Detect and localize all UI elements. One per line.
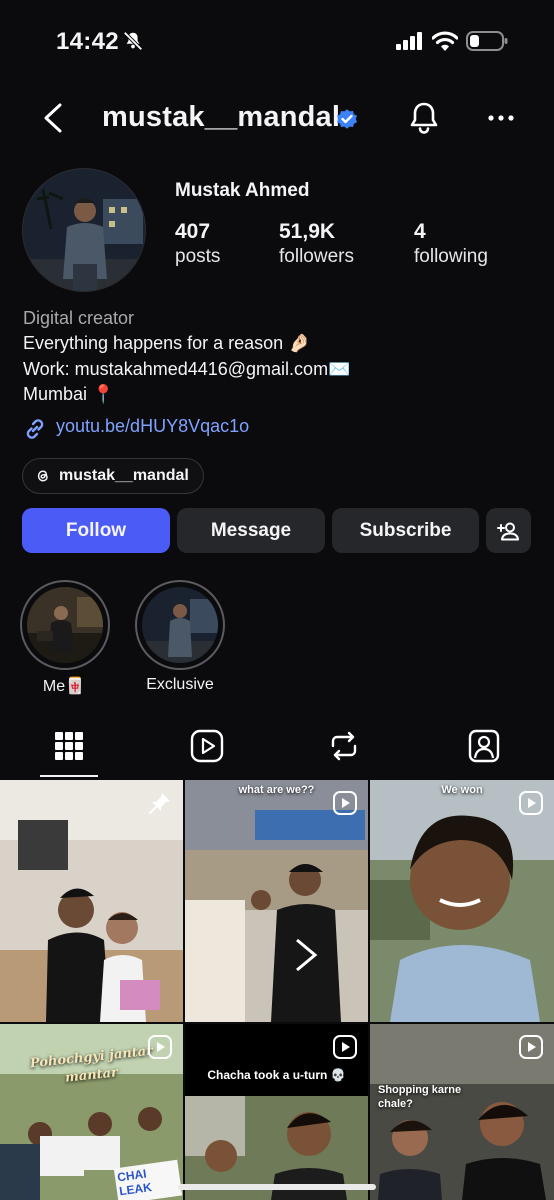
threads-handle: mustak__mandal	[59, 467, 189, 484]
reel-play-icon	[333, 1035, 357, 1059]
bio-line-1: Everything happens for a reason 🤌🏻	[23, 333, 311, 353]
add-user-icon	[496, 522, 519, 540]
profile-avatar[interactable]	[22, 168, 146, 292]
highlight-me[interactable]: Me🀄	[4, 580, 124, 696]
bio-line-3: Mumbai 📍	[23, 384, 115, 404]
reposts-icon[interactable]	[326, 728, 362, 764]
notification-bell-icon[interactable]	[408, 101, 440, 135]
signal-icon	[396, 32, 422, 50]
battery-icon	[466, 31, 508, 51]
reel-play-icon	[333, 791, 357, 815]
reel-play-icon	[148, 1035, 172, 1059]
stat-posts[interactable]: 407 posts	[175, 220, 220, 268]
following-count: 4	[414, 220, 426, 243]
post-caption: chale?	[378, 1098, 413, 1110]
highlight-label: Me🀄	[42, 678, 86, 695]
subscribe-button[interactable]: Subscribe	[332, 508, 479, 553]
following-label: following	[414, 246, 488, 267]
bell-off-icon	[123, 31, 143, 51]
more-options-icon[interactable]	[486, 112, 516, 124]
status-time: 14:42	[56, 28, 119, 55]
stat-followers[interactable]: 51,9K followers	[279, 220, 354, 268]
grid-post[interactable]	[0, 780, 183, 1022]
highlight-ring	[20, 580, 110, 670]
posts-count: 407	[175, 220, 211, 243]
home-indicator[interactable]	[178, 1184, 376, 1190]
reel-play-icon	[519, 1035, 543, 1059]
grid-post[interactable]: Pohochgyi jantar mantar CHAI LEAK	[0, 1024, 183, 1200]
follow-button[interactable]: Follow	[22, 508, 170, 553]
tagged-icon[interactable]	[466, 728, 502, 764]
stat-following[interactable]: 4 following	[414, 220, 488, 268]
bio-line-2: Work: mustakahmed4416@gmail.com✉️	[23, 359, 351, 379]
followers-count: 51,9K	[279, 220, 336, 243]
grid-post[interactable]: Chacha took a u-turn 💀	[185, 1024, 368, 1200]
wifi-icon	[432, 31, 458, 51]
threads-icon	[37, 470, 48, 482]
back-icon[interactable]	[40, 102, 68, 134]
profile-username: mustak__mandal	[102, 101, 341, 133]
suggested-accounts-button[interactable]	[486, 508, 531, 553]
highlight-ring	[135, 580, 225, 670]
avatar-photo	[23, 169, 145, 291]
reel-play-icon	[519, 791, 543, 815]
post-caption: Shopping karne	[378, 1084, 462, 1096]
highlight-exclusive[interactable]: Exclusive	[120, 580, 240, 694]
verified-badge-icon	[337, 109, 357, 129]
grid-post[interactable]: what are we??	[185, 780, 368, 1022]
link-icon	[26, 419, 44, 439]
highlight-label: Exclusive	[146, 676, 214, 693]
grid-post[interactable]: Shopping karne chale?	[370, 1024, 554, 1200]
followers-label: followers	[279, 246, 354, 267]
bio-link[interactable]: youtu.be/dHUY8Vqac1o	[56, 416, 249, 437]
grid-post[interactable]: We won	[370, 780, 554, 1022]
posts-label: posts	[175, 246, 221, 267]
highlight-cover	[27, 587, 103, 663]
post-caption: Chacha took a u-turn 💀	[207, 1068, 346, 1082]
grid-icon[interactable]	[51, 728, 87, 764]
highlight-cover	[142, 587, 218, 663]
bio-category: Digital creator	[23, 308, 135, 328]
display-name: Mustak Ahmed	[175, 180, 310, 201]
reels-icon[interactable]	[189, 728, 225, 764]
active-tab-indicator	[40, 775, 98, 777]
pinned-icon	[149, 793, 170, 814]
message-button[interactable]: Message	[177, 508, 325, 553]
threads-badge[interactable]: mustak__mandal	[22, 458, 204, 494]
